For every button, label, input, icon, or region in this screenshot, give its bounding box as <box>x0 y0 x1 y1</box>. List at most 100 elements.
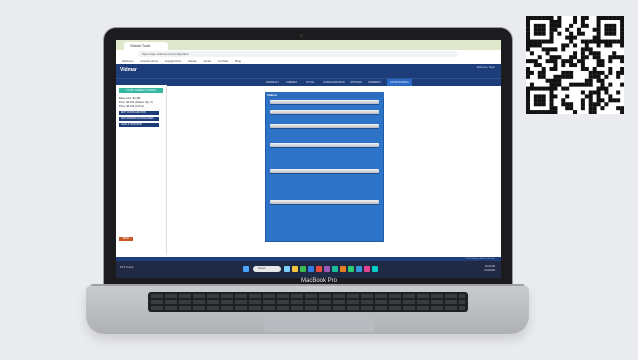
qr-module <box>600 78 605 83</box>
qr-module <box>541 66 546 71</box>
qr-module <box>526 74 531 79</box>
bookmark-item[interactable]: Gmail <box>204 59 211 63</box>
nav-item-configuration[interactable]: CONFIGURATION <box>323 79 345 86</box>
browser-tab[interactable]: Vidmar Tools <box>124 42 168 50</box>
app-icon[interactable] <box>364 266 370 272</box>
qr-module <box>596 39 601 44</box>
qr-module <box>557 31 562 36</box>
edit-configuration-button[interactable]: EDIT CONFIGURATION <box>119 111 159 115</box>
qr-module <box>537 98 542 103</box>
qr-module <box>616 90 621 95</box>
qr-module <box>608 23 613 28</box>
qr-module <box>576 82 581 87</box>
edge-icon[interactable] <box>308 266 314 272</box>
start-icon[interactable] <box>243 266 249 272</box>
qr-module <box>553 23 558 28</box>
qr-module <box>620 39 624 44</box>
qr-module <box>529 51 534 56</box>
qr-module <box>533 63 538 68</box>
bookmark-item[interactable]: YouTube <box>218 59 229 63</box>
qr-module <box>526 70 531 75</box>
nav-item-style[interactable]: STYLE <box>306 79 314 86</box>
qr-module <box>612 55 617 60</box>
app-icon[interactable] <box>340 266 346 272</box>
taskbar-search[interactable]: Search <box>253 266 281 272</box>
drawer-handle <box>270 110 379 114</box>
qr-module <box>608 16 613 21</box>
save-continue-button[interactable]: SAVE & CONTINUE <box>119 123 159 127</box>
nav-item-options[interactable]: OPTIONS <box>350 79 362 86</box>
bookmark-item[interactable]: Welcome <box>122 59 134 63</box>
nav-item-summary[interactable]: SUMMARY <box>368 79 381 86</box>
qr-module <box>616 98 621 103</box>
qr-module <box>584 23 589 28</box>
qr-module <box>529 43 534 48</box>
nav-item-product[interactable]: PRODUCT <box>266 79 279 86</box>
bookmark-item[interactable]: Bing <box>235 59 241 63</box>
taskbar-clock[interactable]: 10:42 AM 6/14/2023 <box>484 265 495 273</box>
qr-module <box>588 82 593 87</box>
qr-module <box>620 27 624 32</box>
qr-module <box>616 55 621 60</box>
qr-module <box>588 39 593 44</box>
qr-module <box>541 31 546 36</box>
qr-module <box>592 74 597 79</box>
app-icon[interactable] <box>324 266 330 272</box>
site-nav: PRODUCT CABINET STYLE CONFIGURATION OPTI… <box>116 78 501 86</box>
qr-module <box>565 94 570 99</box>
qr-module <box>537 39 542 44</box>
qr-module <box>541 47 546 52</box>
qr-module <box>565 74 570 79</box>
qr-module <box>600 16 605 21</box>
bookmark-item[interactable]: Sheets <box>188 59 197 63</box>
qr-module <box>537 110 542 114</box>
qr-module <box>584 78 589 83</box>
qr-module <box>541 98 546 103</box>
qr-module <box>573 63 578 68</box>
qr-module <box>620 23 624 28</box>
nav-item-cabinet[interactable]: CABINET <box>286 79 297 86</box>
nav-item-accessories[interactable]: ACCESSORIES <box>387 79 412 86</box>
qr-module <box>549 102 554 107</box>
back-button[interactable]: BACK <box>119 237 133 241</box>
qr-module <box>537 55 542 60</box>
qr-module <box>573 16 578 21</box>
qr-module <box>549 55 554 60</box>
browser-tab-strip: Vidmar Tools <box>116 40 501 50</box>
address-bar[interactable]: https://app.vidmar.com/configurator <box>138 51 458 57</box>
qr-module <box>569 39 574 44</box>
qr-module <box>608 31 613 36</box>
qr-module <box>541 102 546 107</box>
qr-module <box>596 63 601 68</box>
qr-module <box>526 98 531 103</box>
qr-module <box>596 78 601 83</box>
qr-module <box>541 16 546 21</box>
task-view-icon[interactable] <box>284 266 290 272</box>
site-logo[interactable]: Vidmar <box>120 67 137 73</box>
qr-module <box>580 55 585 60</box>
qr-module <box>537 31 542 36</box>
bookmark-item[interactable]: Google Drive <box>165 59 181 63</box>
qr-module <box>576 59 581 64</box>
file-explorer-icon[interactable] <box>292 266 298 272</box>
qr-module <box>600 63 605 68</box>
qr-module <box>620 43 624 48</box>
qr-module <box>580 47 585 52</box>
qr-module <box>580 19 585 24</box>
app-icon[interactable] <box>332 266 338 272</box>
app-icon[interactable] <box>372 266 378 272</box>
app-icon[interactable] <box>348 266 354 272</box>
app-icon[interactable] <box>316 266 322 272</box>
add-accessories-button[interactable]: ADD DRAWER ACCESSORIES <box>119 117 159 121</box>
bookmark-item[interactable]: Upwork Home <box>140 59 158 63</box>
app-icon[interactable] <box>356 266 362 272</box>
account-greeting[interactable]: Welcome, Ryan <box>477 66 495 69</box>
qr-module <box>526 27 531 32</box>
qr-module <box>529 82 534 87</box>
chrome-icon[interactable] <box>300 266 306 272</box>
qr-module <box>616 16 621 21</box>
qr-module <box>561 102 566 107</box>
windows-taskbar: 62°F Sunny Search 10:42 AM 6/14/2023 <box>116 261 501 278</box>
qr-module <box>549 47 554 52</box>
weather-widget[interactable]: 62°F Sunny <box>120 266 134 269</box>
